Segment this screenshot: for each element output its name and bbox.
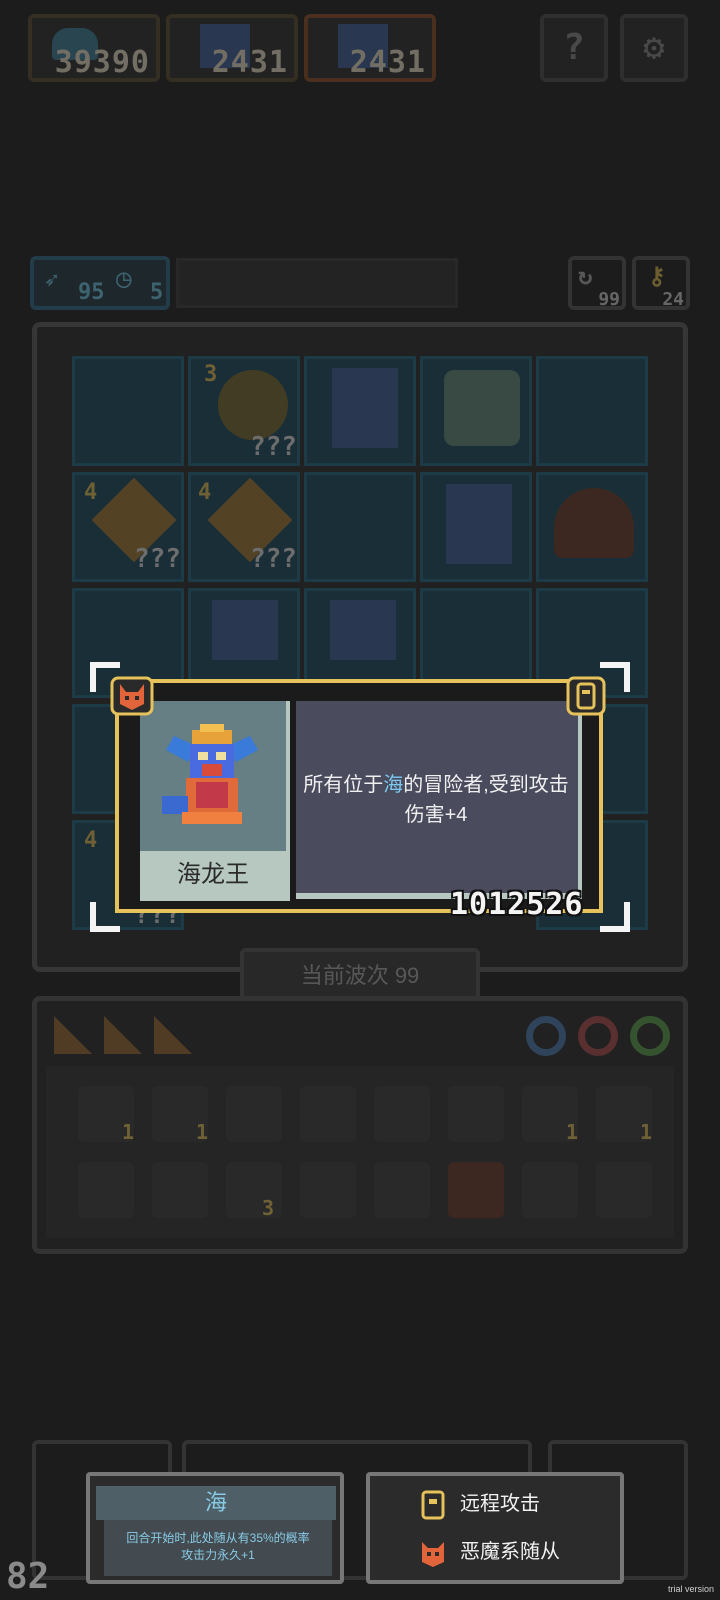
board-cell[interactable] <box>304 472 416 582</box>
trait-demon-label: 恶魔系随从 <box>460 1541 560 1563</box>
green-gem-icon[interactable] <box>630 1016 670 1056</box>
watermark: trial version <box>667 1584 714 1594</box>
terrain-desc-line1: 回合开始时,此处随从有35%的概率 <box>126 1531 310 1545</box>
unit-description: 所有位于海的冒险者,受到攻击伤害+4 <box>300 770 572 830</box>
item-count: 1 <box>640 1120 653 1144</box>
reroll-icon: ↻ <box>578 262 593 290</box>
level-badge: 4 <box>84 828 98 853</box>
terrain-title: 海 <box>96 1486 336 1520</box>
corner-bracket <box>90 902 120 932</box>
unit-name: 海龙王 <box>177 861 249 888</box>
inventory-slot[interactable] <box>374 1086 430 1142</box>
trait-ranged[interactable]: 远程攻击 <box>420 1486 540 1522</box>
key-count: 24 <box>662 289 684 310</box>
gear-icon: ⚙ <box>643 27 665 68</box>
item-count: 1 <box>566 1120 579 1144</box>
filter-tab[interactable] <box>54 1016 92 1054</box>
board-cell[interactable] <box>72 356 184 466</box>
reroll-button[interactable]: ↻ 99 <box>568 256 626 310</box>
inventory-slot[interactable] <box>448 1162 504 1218</box>
unknown-mark: ??? <box>134 544 181 574</box>
unit-counter-1[interactable]: 2431 <box>166 14 298 82</box>
inventory-slot[interactable] <box>226 1086 282 1142</box>
dragon-king-unit <box>330 600 396 660</box>
mystery-unit <box>218 370 288 440</box>
timer-count: 5 <box>150 280 164 305</box>
desc-prefix: 所有位于 <box>303 774 384 796</box>
key-icon: ⚷ <box>648 262 666 290</box>
gold-value: 39390 <box>54 45 150 80</box>
unit-counter-2[interactable]: 2431 <box>304 14 436 82</box>
terrain-description: 回合开始时,此处随从有35%的概率 攻击力永久+1 <box>104 1520 332 1576</box>
level-badge: 4 <box>198 480 212 505</box>
reroll-count: 99 <box>598 289 620 310</box>
demon-icon <box>422 1541 444 1567</box>
inventory-slot[interactable] <box>300 1162 356 1218</box>
trait-ranged-label: 远程攻击 <box>460 1493 540 1515</box>
filter-tabs <box>54 1016 194 1056</box>
gold-counter: 39390 <box>28 14 160 82</box>
filter-tab[interactable] <box>104 1016 142 1054</box>
inventory-slot[interactable] <box>300 1086 356 1142</box>
inventory-slot[interactable] <box>448 1086 504 1142</box>
desc-suffix: 的冒险者,受到攻击伤害+4 <box>403 774 569 826</box>
level-number: 82 <box>6 1556 50 1597</box>
unknown-mark: ??? <box>250 432 297 462</box>
red-gem-icon[interactable] <box>578 1016 618 1056</box>
item-count: 1 <box>122 1120 135 1144</box>
item-count: 1 <box>196 1120 209 1144</box>
item-grid: 1 1 1 1 3 <box>46 1066 674 1238</box>
inventory-slot[interactable] <box>152 1162 208 1218</box>
blue-gem-icon[interactable] <box>526 1016 566 1056</box>
inventory-slot[interactable] <box>522 1162 578 1218</box>
inventory-slot[interactable] <box>374 1162 430 1218</box>
dragon-king-unit <box>446 484 512 564</box>
board-cell[interactable] <box>536 356 648 466</box>
key-button[interactable]: ⚷ 24 <box>632 256 690 310</box>
corner-bracket <box>600 662 630 692</box>
level-badge: 3 <box>204 362 218 387</box>
attack-icon: ➶ <box>44 266 59 294</box>
corner-bracket <box>90 662 120 692</box>
stats-panel: ➶ 95 ◷ 5 <box>30 256 170 310</box>
attack-count: 95 <box>78 280 105 305</box>
sea-dragon-king-sprite <box>162 724 258 824</box>
level-badge: 4 <box>84 480 98 505</box>
trait-demon[interactable]: 恶魔系随从 <box>420 1534 560 1570</box>
timer-icon: ◷ <box>116 264 132 294</box>
settings-button[interactable]: ⚙ <box>620 14 688 82</box>
help-label: ? <box>563 27 585 68</box>
beast-unit <box>554 488 634 558</box>
dragon-king-unit <box>212 600 278 660</box>
item-count: 3 <box>262 1196 275 1220</box>
unit-count-2: 2431 <box>349 45 426 80</box>
dragon-king-unit <box>332 368 398 448</box>
progress-bar <box>176 258 458 308</box>
ranged-icon <box>421 1490 445 1520</box>
desc-terrain: 海 <box>383 774 404 796</box>
inventory-slot[interactable] <box>78 1162 134 1218</box>
filter-tab[interactable] <box>154 1016 192 1054</box>
inventory-slot[interactable] <box>596 1162 652 1218</box>
monster-unit <box>444 370 520 446</box>
help-button[interactable]: ? <box>540 14 608 82</box>
terrain-desc-line2: 攻击力永久+1 <box>181 1548 255 1562</box>
power-value: 1012526 <box>450 887 584 922</box>
unknown-mark: ??? <box>250 544 297 574</box>
unit-count-1: 2431 <box>211 45 288 80</box>
